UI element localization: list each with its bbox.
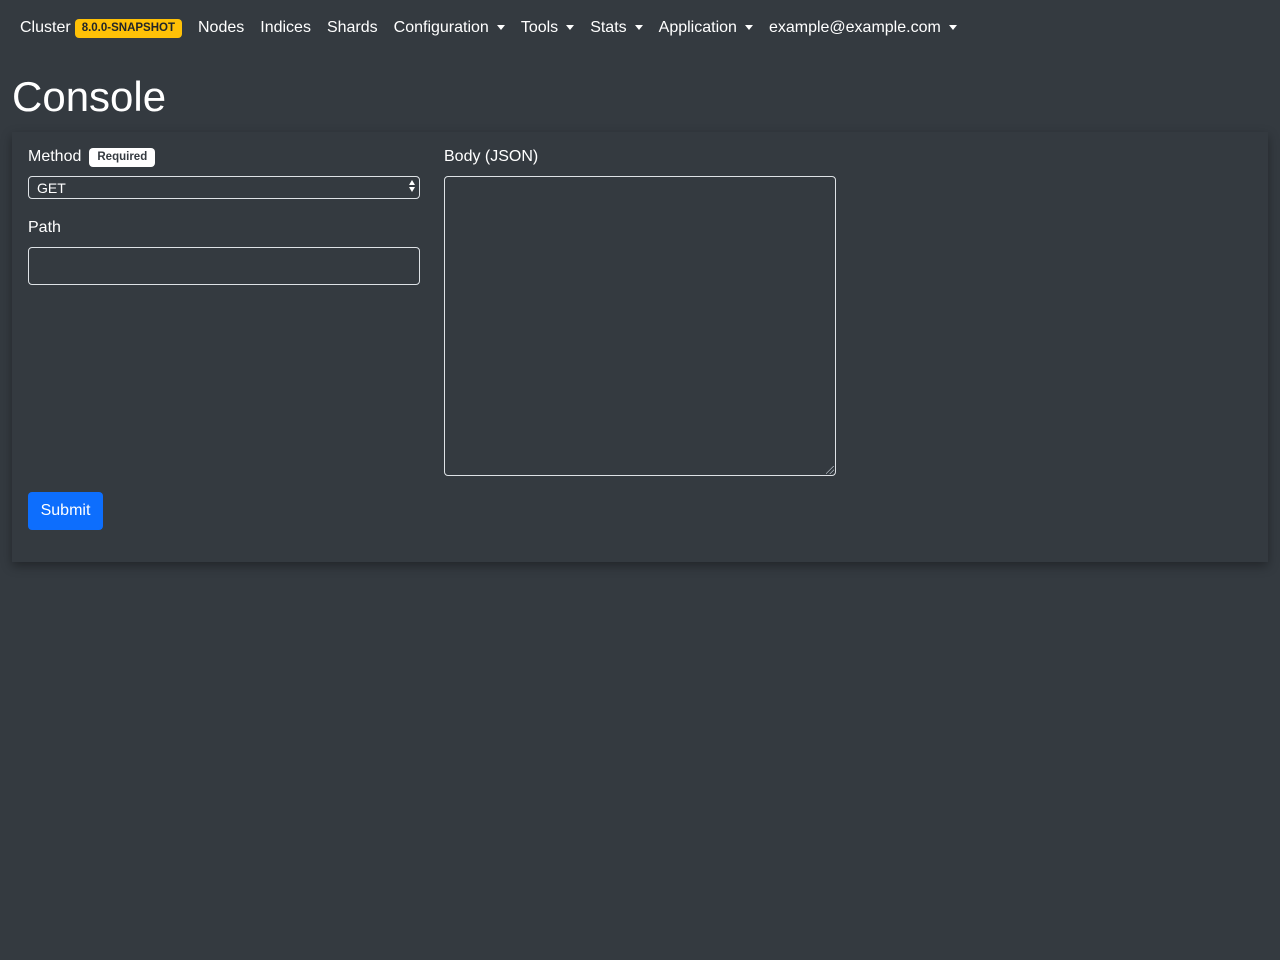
navbar-brand[interactable]: Cluster 8.0.0-SNAPSHOT — [20, 18, 182, 38]
nav-item-label: Nodes — [198, 19, 245, 36]
path-label: Path — [28, 219, 61, 236]
caret-down-icon — [566, 24, 575, 30]
method-label-row: Method Required — [28, 146, 156, 168]
select-arrows-icon — [409, 180, 415, 192]
brand-label: Cluster — [20, 19, 71, 36]
path-input[interactable] — [28, 247, 420, 285]
resize-grip-icon[interactable] — [826, 466, 834, 474]
nav-item-shards[interactable]: Shards — [327, 19, 378, 37]
body-json-textarea[interactable] — [444, 176, 836, 476]
console-form-card: Method Required GET Path Body (JSON) Sub… — [12, 132, 1268, 562]
path-label-row: Path — [28, 217, 61, 239]
nav-item-label: example@example.com — [768, 19, 941, 36]
caret-down-icon — [744, 24, 753, 30]
nav-item-label: Application — [658, 19, 737, 36]
page-title: Console — [12, 73, 167, 120]
caret-down-icon — [634, 24, 643, 30]
body-textarea-wrapper — [444, 176, 836, 476]
caret-down-icon — [496, 24, 505, 30]
nav-item-nodes[interactable]: Nodes — [198, 19, 244, 37]
body-label: Body (JSON) — [444, 148, 539, 165]
version-badge: 8.0.0-SNAPSHOT — [74, 18, 182, 38]
nav-dropdown-stats[interactable]: Stats — [590, 19, 643, 37]
top-navbar: Cluster 8.0.0-SNAPSHOT Nodes Indices Sha… — [0, 0, 1280, 56]
submit-button[interactable]: Submit — [28, 492, 103, 530]
nav-dropdown-configuration[interactable]: Configuration — [394, 19, 505, 37]
nav-dropdown-tools[interactable]: Tools — [520, 19, 575, 37]
nav-item-label: Indices — [260, 19, 311, 36]
nav-item-label: Configuration — [393, 19, 489, 36]
nav-item-label: Tools — [520, 19, 559, 36]
method-label: Method — [28, 148, 82, 165]
caret-down-icon — [948, 24, 957, 30]
method-select[interactable]: GET — [28, 176, 420, 199]
required-badge: Required — [89, 147, 156, 167]
nav-item-label: Stats — [590, 19, 627, 36]
nav-item-label: Shards — [326, 19, 378, 36]
method-select-value: GET — [37, 179, 66, 196]
nav-item-indices[interactable]: Indices — [260, 19, 311, 37]
nav-dropdown-application[interactable]: Application — [659, 19, 753, 37]
nav-dropdown-user[interactable]: example@example.com — [769, 19, 957, 37]
body-label-row: Body (JSON) — [444, 146, 538, 168]
